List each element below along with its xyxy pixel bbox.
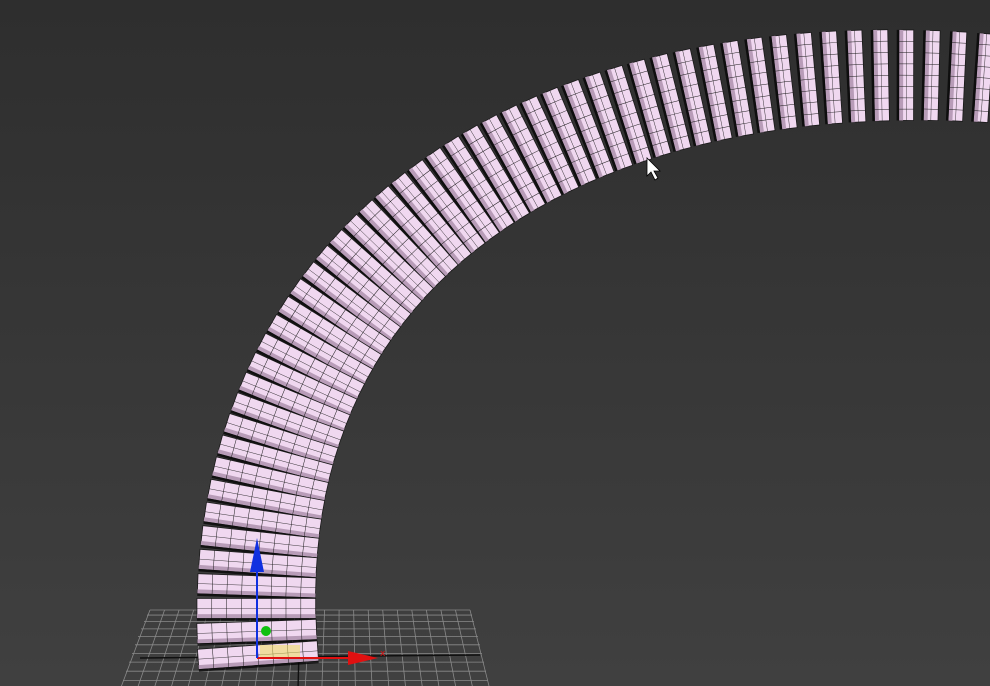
tube-segment[interactable] <box>945 31 968 122</box>
tube-segment[interactable] <box>793 31 821 127</box>
tube-object[interactable] <box>196 29 990 672</box>
gizmo-xy-plane[interactable] <box>260 645 300 657</box>
scene-canvas[interactable]: x <box>0 0 990 686</box>
tube-segment[interactable] <box>197 640 319 672</box>
tube-segment[interactable] <box>819 30 843 125</box>
tube-segment[interactable] <box>971 32 990 124</box>
tube-segment[interactable] <box>896 29 915 121</box>
grid-line <box>469 609 490 686</box>
tube-segment[interactable] <box>844 29 867 123</box>
tube-segment[interactable] <box>921 29 941 122</box>
tube-segment[interactable] <box>870 29 890 122</box>
perspective-viewport[interactable]: x <box>0 0 990 686</box>
grid-line <box>121 609 151 686</box>
arrow-cursor-icon <box>646 157 661 181</box>
gizmo-x-label: x <box>380 649 386 659</box>
gizmo-y-handle-icon[interactable] <box>261 626 271 636</box>
